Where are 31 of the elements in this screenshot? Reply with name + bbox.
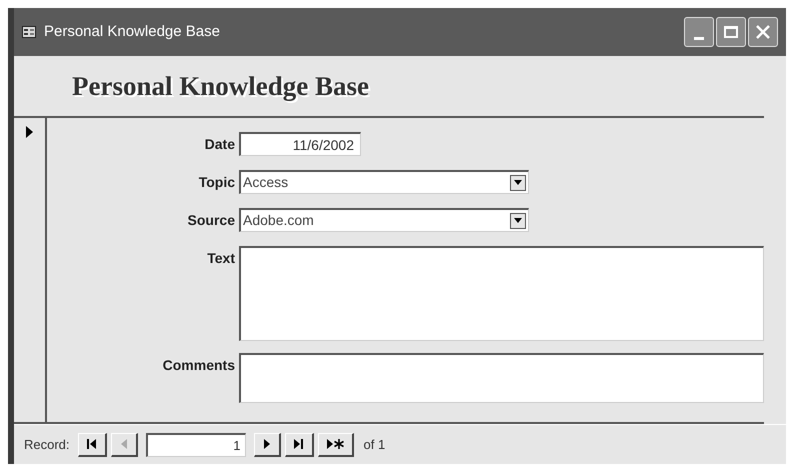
form-icon bbox=[22, 26, 36, 38]
field-label: Comments bbox=[162, 356, 236, 375]
record-count: of 1 bbox=[364, 436, 386, 454]
field-label: Text bbox=[206, 249, 236, 268]
field-label: Source bbox=[186, 211, 236, 230]
minimize-button[interactable] bbox=[684, 17, 714, 47]
last-record-icon bbox=[294, 439, 304, 449]
field-label: Date bbox=[204, 135, 236, 154]
close-icon bbox=[755, 24, 771, 40]
close-button[interactable] bbox=[748, 17, 778, 47]
text-area[interactable] bbox=[239, 246, 764, 341]
window-title: Personal Knowledge Base bbox=[44, 22, 221, 42]
first-record-button[interactable] bbox=[78, 432, 107, 456]
previous-record-icon bbox=[120, 439, 128, 449]
field-label: Topic bbox=[198, 173, 236, 192]
date-field[interactable]: 11/6/2002 bbox=[239, 132, 361, 156]
dropdown-icon[interactable] bbox=[510, 212, 526, 228]
new-record-icon bbox=[326, 439, 344, 449]
form-heading: Personal Knowledge Base bbox=[72, 70, 369, 103]
dropdown-icon[interactable] bbox=[510, 174, 526, 190]
combo-box[interactable]: Adobe.com bbox=[239, 208, 529, 232]
new-record-button[interactable] bbox=[318, 432, 354, 456]
next-record-icon bbox=[262, 439, 271, 449]
combo-box[interactable]: Access bbox=[239, 170, 529, 194]
last-record-button[interactable] bbox=[284, 432, 314, 456]
record-number-field[interactable]: 1 bbox=[146, 432, 246, 456]
first-record-icon bbox=[86, 439, 97, 449]
record-label: Record: bbox=[24, 436, 70, 454]
maximize-button[interactable] bbox=[716, 17, 746, 47]
next-record-button[interactable] bbox=[254, 432, 281, 456]
comments-area[interactable] bbox=[239, 353, 764, 403]
